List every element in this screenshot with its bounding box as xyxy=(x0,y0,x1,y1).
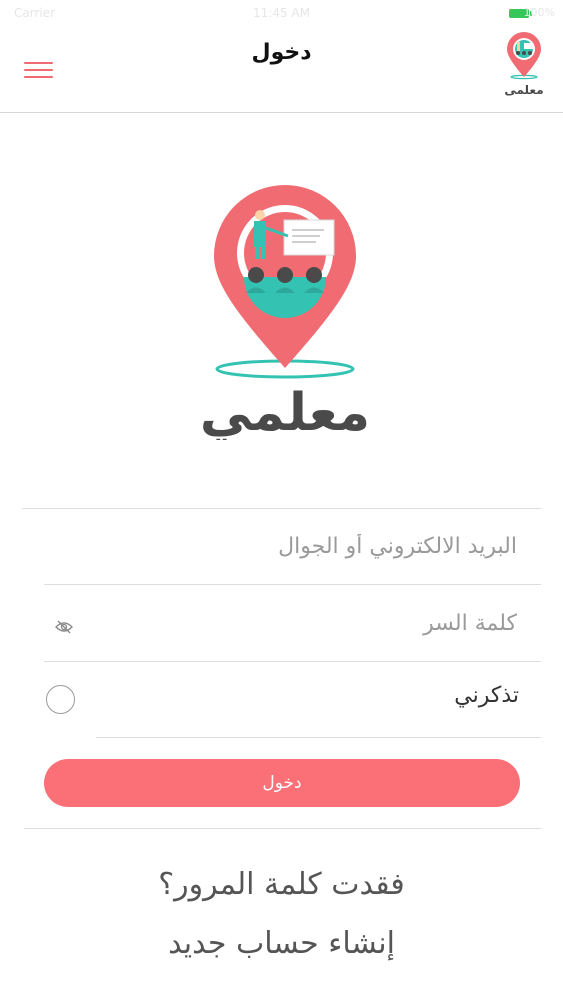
battery-percent: 100% xyxy=(523,6,555,19)
status-bar: Carrier 11:45 AM 100% xyxy=(0,0,563,26)
remember-me-radio[interactable] xyxy=(46,685,75,714)
password-row xyxy=(84,585,541,661)
nav-bar: دخول معلمي xyxy=(0,26,563,113)
eye-icon[interactable] xyxy=(54,617,74,637)
remember-me-label: تذكرني xyxy=(454,683,519,708)
divider xyxy=(44,661,541,662)
divider xyxy=(24,828,541,829)
create-account-link[interactable]: إنشاء حساب جديد xyxy=(0,926,563,961)
menu-line xyxy=(24,76,53,78)
email-row xyxy=(22,509,541,584)
login-button[interactable]: دخول xyxy=(44,759,520,807)
password-field[interactable] xyxy=(84,585,541,661)
app-logo-small: معلمي xyxy=(504,32,544,96)
status-time: 11:45 AM xyxy=(253,6,310,20)
page-title: دخول xyxy=(251,40,312,65)
forgot-password-link[interactable]: فقدت كلمة المرور؟ xyxy=(0,867,563,902)
email-field[interactable] xyxy=(22,509,541,584)
app-logo-text: معلمي xyxy=(200,383,370,440)
nav-logo-text: معلمي xyxy=(504,83,543,96)
menu-line xyxy=(24,69,53,71)
app-logo: معلمي xyxy=(200,185,370,440)
divider xyxy=(96,737,541,738)
